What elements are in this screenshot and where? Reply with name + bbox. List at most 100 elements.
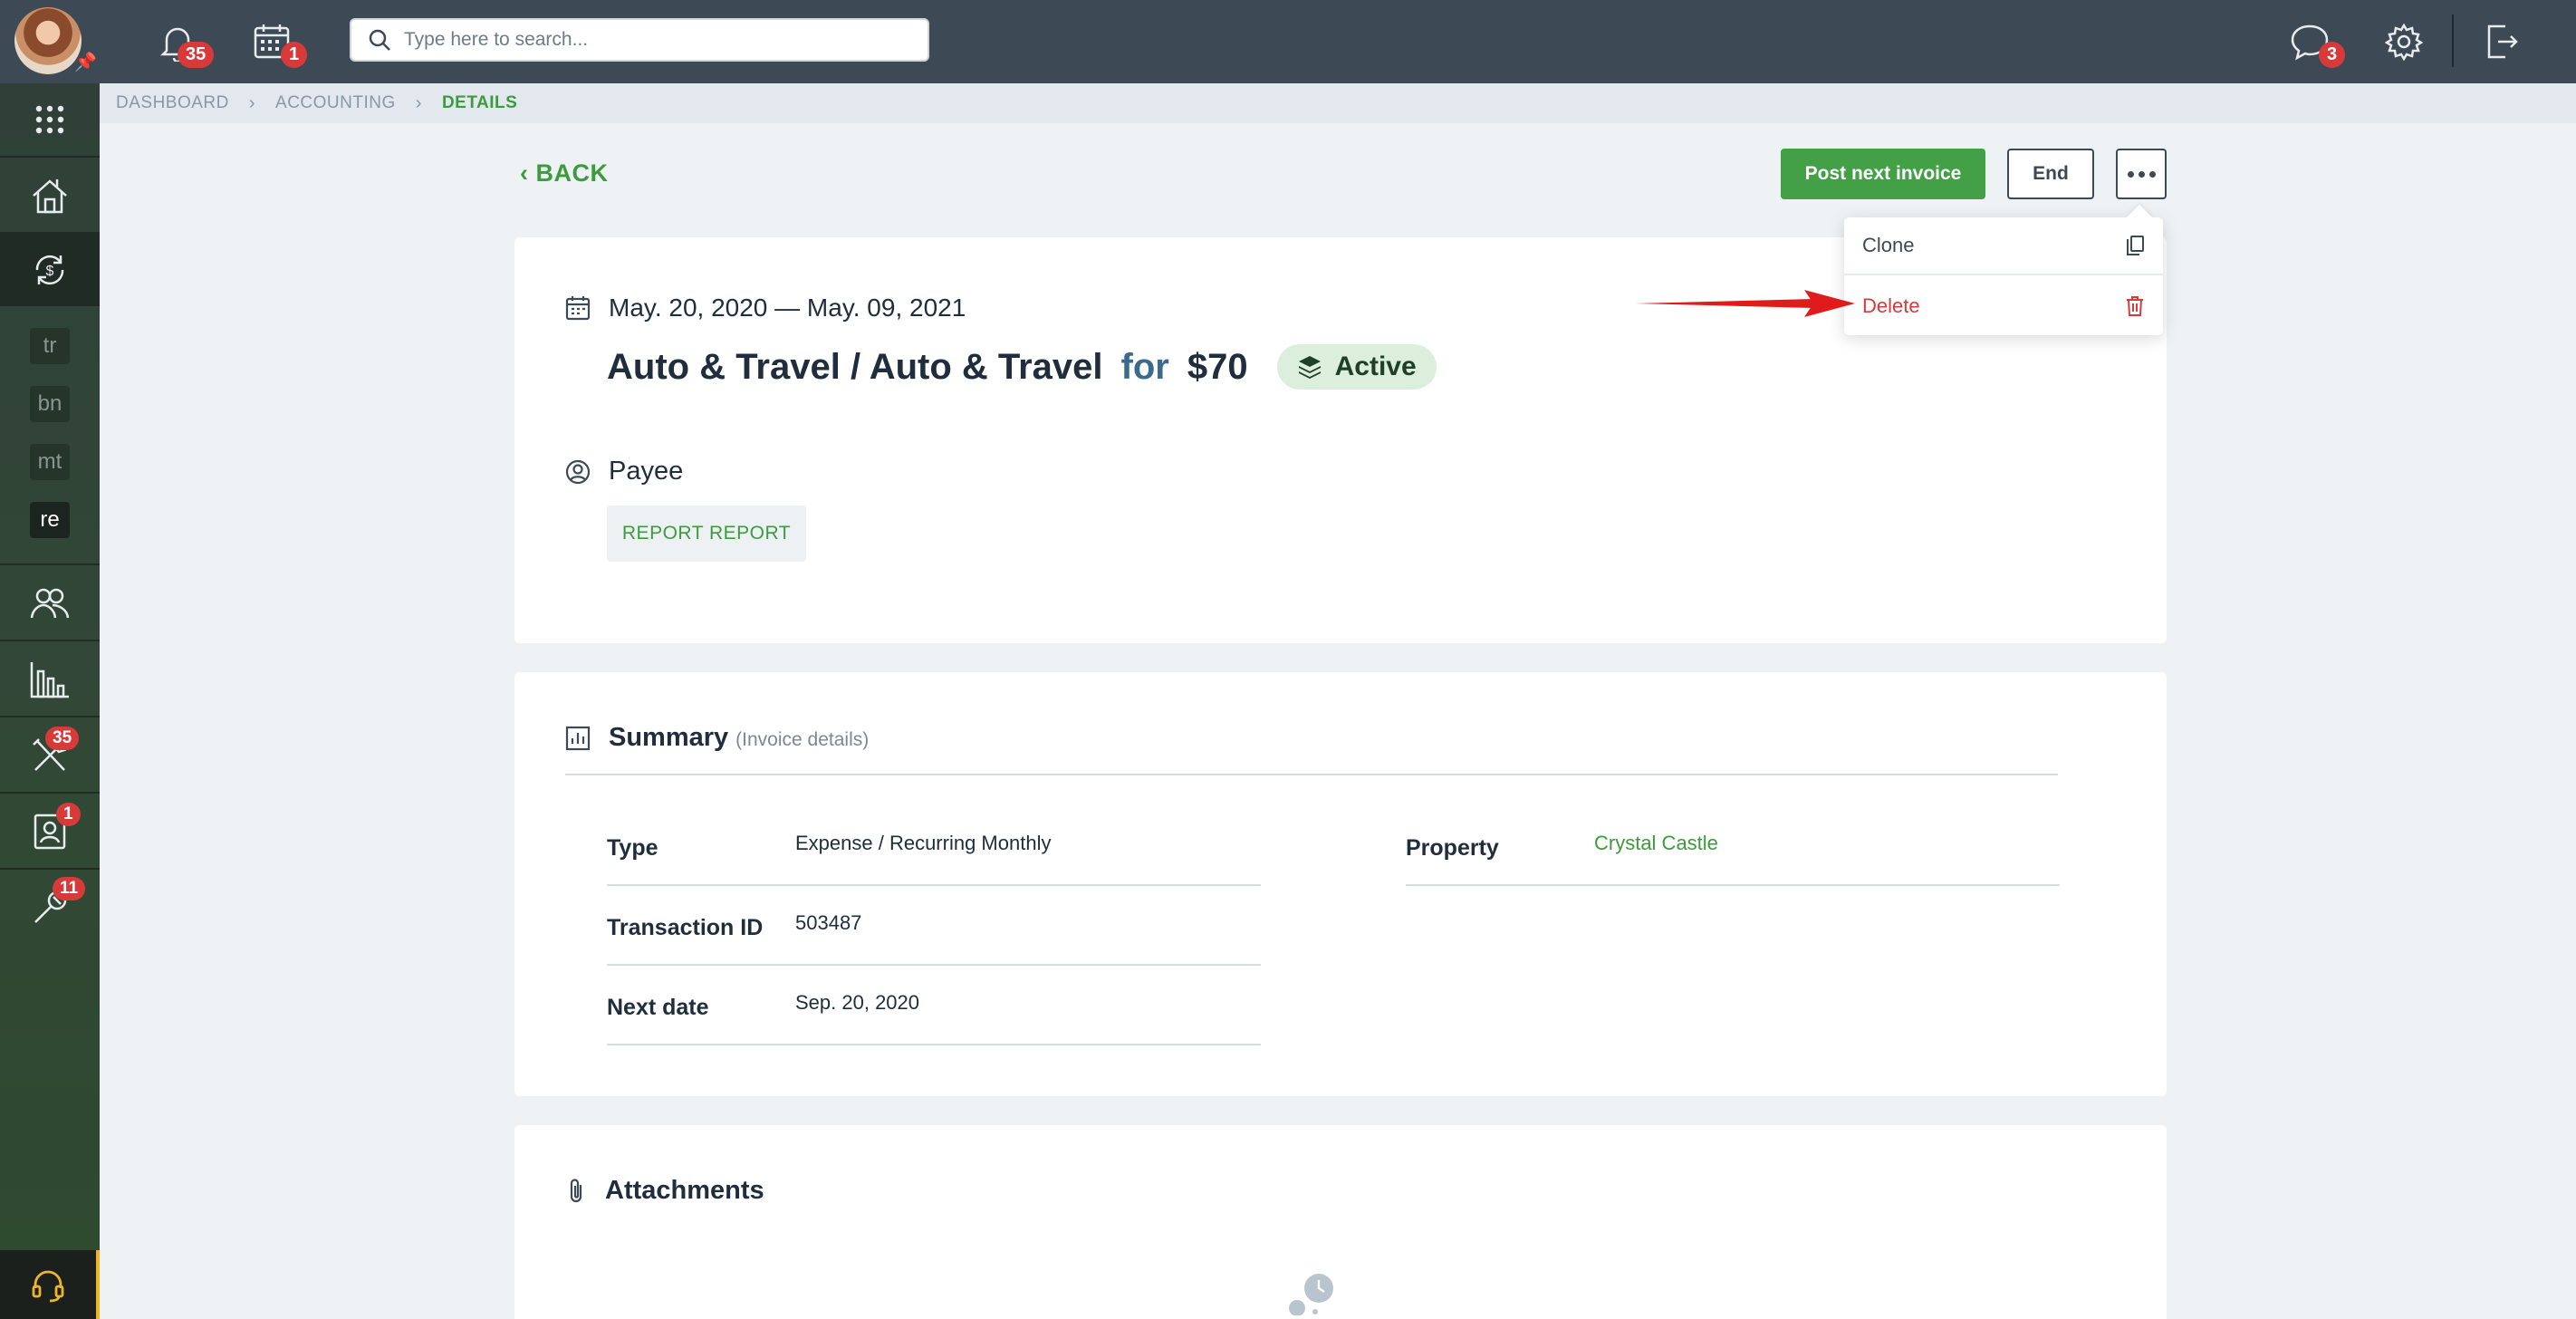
breadcrumb-dashboard[interactable]: DASHBOARD [116,93,229,113]
sidebar-item-contacts[interactable] [0,795,100,868]
property-field: Property Crystal Castle [1406,806,2060,886]
people-icon [30,588,70,619]
copy-icon [2127,236,2144,255]
attachments-header: Attachments [565,1176,764,1206]
sidebar-item-properties[interactable] [0,159,100,232]
sidebar-item-people[interactable] [0,567,100,640]
headset-icon [32,1270,64,1303]
sidebar-item-label: bn [30,386,70,422]
summary-header: Summary (Invoice details) [565,723,869,753]
next-date-value: Sep. 20, 2020 [795,991,920,1014]
transaction-id-value: 503487 [795,911,862,934]
grid-icon [35,105,64,134]
svg-text:$: $ [46,264,54,279]
property-link[interactable]: Crystal Castle [1594,832,1718,855]
chevron-right-icon: › [415,92,422,113]
support-button[interactable] [0,1250,100,1319]
type-label: Type [607,835,658,861]
top-divider [2452,14,2454,67]
sidebar-item-mt[interactable]: mt [0,438,100,486]
attachments-card: Attachments [514,1125,2167,1319]
summary-title: Summary [609,723,729,752]
sidebar-item-label: mt [30,444,70,480]
search-icon [369,29,390,51]
payee-chip[interactable]: REPORT REPORT [607,505,806,562]
clone-menu-item[interactable]: Clone [1844,217,2163,275]
paperclip-icon [570,1178,582,1202]
dot [2138,170,2145,178]
contacts-badge: 1 [56,803,81,826]
messages-badge: 3 [2319,42,2346,68]
sidebar-item-maintenance[interactable] [0,871,100,944]
delete-menu-item[interactable]: Delete [1844,277,2163,335]
end-button[interactable]: End [2007,149,2094,199]
calendar-badge: 1 [281,42,308,68]
summary-subtitle: (Invoice details) [735,729,870,750]
notifications-badge: 35 [178,42,215,68]
layers-icon [1298,356,1321,379]
money-cycle-icon: $ [35,255,64,285]
chevron-left-icon: ‹ [520,159,529,187]
payee-row: Payee [565,457,683,486]
for-label: for [1120,346,1169,387]
breadcrumb: DASHBOARD › ACCOUNTING › DETAILS [100,83,2576,123]
sidebar-item-bn[interactable]: bn [0,380,100,428]
date-range: May. 20, 2020 — May. 09, 2021 [609,294,966,322]
avatar[interactable] [14,7,82,74]
pin-icon[interactable]: 📌 [74,51,97,73]
maintenance-badge: 11 [53,877,86,900]
page-title: Auto & Travel / Auto & Travel [607,346,1103,387]
summary-card: Summary (Invoice details) Type Expense /… [514,672,2167,1096]
attachments-title: Attachments [605,1176,764,1205]
type-field: Type Expense / Recurring Monthly [607,806,1261,886]
back-link[interactable]: ‹ BACK [520,159,609,188]
chevron-right-icon: › [248,92,256,113]
clone-label: Clone [1862,234,1915,256]
sidebar-item-reports[interactable] [0,643,100,716]
sidebar: 📌 $ tr bn mt re 35 1 11 [0,0,100,1319]
sidebar-item-re[interactable]: re [0,496,100,544]
sidebar-item-tr[interactable]: tr [0,323,100,370]
dot [2127,170,2134,178]
next-date-field: Next date Sep. 20, 2020 [607,966,1261,1045]
breadcrumb-details: DETAILS [441,93,518,112]
apps-grid-button[interactable] [0,91,100,149]
sidebar-item-accounting[interactable]: $ [0,234,100,306]
transaction-id-label: Transaction ID [607,915,764,940]
amount: $70 [1187,346,1248,387]
sidebar-item-label: re [30,502,70,538]
user-circle-icon [565,459,591,484]
post-next-invoice-button[interactable]: Post next invoice [1781,149,1985,199]
more-options-menu: Clone Delete [1844,217,2163,335]
avatar-area[interactable]: 📌 [0,0,100,83]
settings-button[interactable] [2379,16,2429,67]
calendar-icon [565,296,591,321]
payee-label: Payee [609,457,684,486]
more-options-button[interactable] [2116,149,2167,199]
logout-icon [2487,24,2518,59]
top-bar: 35 1 3 [100,0,2576,83]
search-input[interactable] [404,29,911,51]
breadcrumb-accounting[interactable]: ACCOUNTING [275,93,396,113]
gear-icon [2385,23,2423,61]
type-value: Expense / Recurring Monthly [795,832,1052,854]
transaction-id-field: Transaction ID 503487 [607,886,1261,966]
loading-spinner-icon [1289,1274,1333,1315]
back-label: BACK [535,159,609,187]
status-badge: Active [1276,344,1437,390]
next-date-label: Next date [607,995,709,1020]
property-label: Property [1406,835,1499,861]
sidebar-item-label: tr [30,328,70,364]
house-icon [33,179,67,214]
divider [565,774,2058,775]
trash-icon [2127,296,2143,316]
date-range-row: May. 20, 2020 — May. 09, 2021 [565,294,966,323]
delete-label: Delete [1862,294,1920,317]
logout-button[interactable] [2476,16,2527,67]
annotation-arrow-icon [1636,290,1855,317]
status-label: Active [1334,351,1417,381]
tools-badge: 35 [45,727,80,750]
report-icon [565,726,591,750]
search-box[interactable] [350,18,929,62]
title-row: Auto & Travel / Auto & Travel for $70 Ac… [607,344,1437,390]
